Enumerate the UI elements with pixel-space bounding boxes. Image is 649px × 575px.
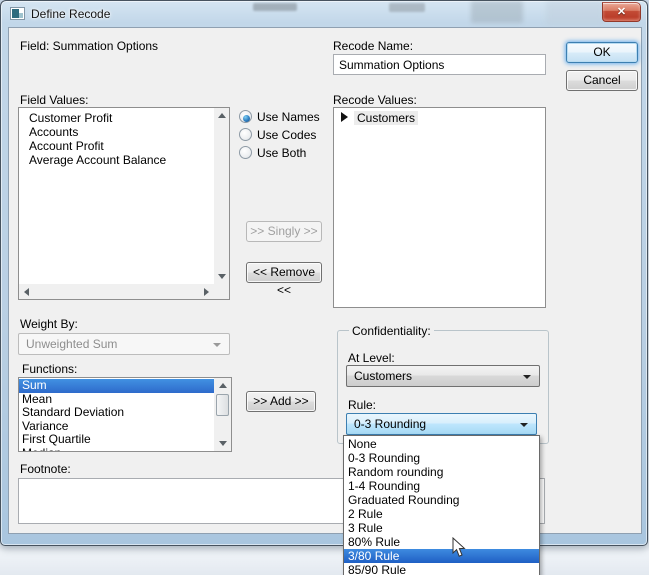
chevron-down-icon — [523, 375, 531, 379]
dropdown-item[interactable]: 85/90 Rule — [344, 563, 539, 575]
rule-label: Rule: — [348, 398, 376, 412]
add-button[interactable]: >> Add >> — [246, 391, 316, 412]
recode-values-label: Recode Values: — [333, 93, 417, 107]
field-summary-label: Field: Summation Options — [20, 39, 158, 53]
app-icon — [10, 7, 25, 20]
list-item[interactable]: Mean — [19, 393, 214, 407]
vertical-scrollbar[interactable] — [214, 108, 229, 284]
chevron-down-icon — [213, 343, 221, 347]
vertical-scrollbar[interactable] — [214, 378, 231, 451]
ok-button[interactable]: OK — [566, 42, 638, 63]
list-item[interactable]: Accounts — [19, 125, 229, 139]
at-level-value: Customers — [354, 369, 412, 383]
scroll-up-icon[interactable] — [218, 113, 226, 118]
rule-dropdown-list: None0-3 RoundingRandom rounding1-4 Round… — [343, 435, 540, 575]
mouse-cursor-icon — [452, 537, 466, 558]
recode-name-input[interactable] — [333, 54, 546, 75]
radio-icon[interactable] — [239, 146, 252, 159]
field-values-label: Field Values: — [20, 93, 88, 107]
rule-combobox[interactable]: 0-3 Rounding — [346, 413, 537, 435]
list-item[interactable]: First Quartile — [19, 433, 214, 447]
dropdown-item[interactable]: 3/80 Rule — [344, 549, 539, 563]
list-item[interactable]: Sum — [19, 379, 214, 393]
scroll-left-icon[interactable] — [24, 288, 29, 296]
functions-list: SumMeanStandard DeviationVarianceFirst Q… — [19, 378, 231, 452]
list-item[interactable]: Average Account Balance — [19, 153, 229, 167]
recode-values-list: Customers — [334, 108, 545, 126]
recode-name-label: Recode Name: — [333, 39, 413, 53]
background-window-glimpse — [389, 3, 425, 12]
dropdown-item[interactable]: 80% Rule — [344, 535, 539, 549]
list-item[interactable]: Variance — [19, 420, 214, 434]
list-item[interactable]: Median — [19, 447, 214, 453]
rule-dropdown-items: None0-3 RoundingRandom rounding1-4 Round… — [344, 437, 539, 575]
field-values-listbox: Customer ProfitAccountsAccount ProfitAve… — [18, 107, 230, 300]
scroll-right-icon[interactable] — [204, 288, 209, 296]
tree-item[interactable]: Customers — [334, 110, 545, 126]
screen: Define Recode ✕ Field: Summation Options… — [0, 0, 649, 575]
scrollbar-corner — [214, 284, 229, 299]
dropdown-item[interactable]: 2 Rule — [344, 507, 539, 521]
radio-icon[interactable] — [239, 128, 252, 141]
at-level-combobox[interactable]: Customers — [346, 365, 540, 387]
list-item[interactable]: Standard Deviation — [19, 406, 214, 420]
scroll-up-icon[interactable] — [219, 383, 227, 388]
expand-arrow-icon[interactable] — [341, 112, 348, 122]
scrollbar-thumb[interactable] — [216, 394, 229, 416]
chevron-down-icon — [520, 423, 528, 427]
dropdown-item[interactable]: Graduated Rounding — [344, 493, 539, 507]
background-window-glimpse — [471, 1, 523, 23]
dropdown-item[interactable]: None — [344, 437, 539, 451]
horizontal-scrollbar[interactable] — [19, 284, 214, 299]
weight-by-combobox[interactable]: Unweighted Sum — [18, 333, 230, 355]
confidentiality-legend: Confidentiality: — [349, 324, 434, 338]
remove-button[interactable]: << Remove << — [246, 262, 322, 283]
recode-values-listbox: Customers — [333, 107, 546, 308]
list-item[interactable]: Account Profit — [19, 139, 229, 153]
cancel-button[interactable]: Cancel — [566, 70, 638, 91]
background-window-glimpse — [546, 1, 604, 25]
scroll-down-icon[interactable] — [219, 441, 227, 446]
field-values-list: Customer ProfitAccountsAccount ProfitAve… — [19, 108, 229, 167]
footnote-label: Footnote: — [20, 462, 71, 476]
weight-by-label: Weight By: — [20, 317, 78, 331]
singly-button[interactable]: >> Singly >> — [246, 221, 322, 242]
radio-icon[interactable] — [239, 110, 252, 123]
rule-value: 0-3 Rounding — [354, 417, 426, 431]
dropdown-item[interactable]: 0-3 Rounding — [344, 451, 539, 465]
dropdown-item[interactable]: 3 Rule — [344, 521, 539, 535]
at-level-label: At Level: — [348, 351, 395, 365]
close-button[interactable]: ✕ — [602, 2, 641, 22]
scroll-down-icon[interactable] — [218, 274, 226, 279]
weight-by-value: Unweighted Sum — [26, 337, 117, 351]
functions-listbox: SumMeanStandard DeviationVarianceFirst Q… — [18, 377, 232, 452]
functions-label: Functions: — [22, 362, 77, 376]
dropdown-item[interactable]: 1-4 Rounding — [344, 479, 539, 493]
background-window-glimpse — [253, 3, 297, 11]
dropdown-item[interactable]: Random rounding — [344, 465, 539, 479]
list-item[interactable]: Customer Profit — [19, 111, 229, 125]
title-bar[interactable]: Define Recode — [1, 1, 647, 27]
window-title: Define Recode — [31, 7, 110, 21]
